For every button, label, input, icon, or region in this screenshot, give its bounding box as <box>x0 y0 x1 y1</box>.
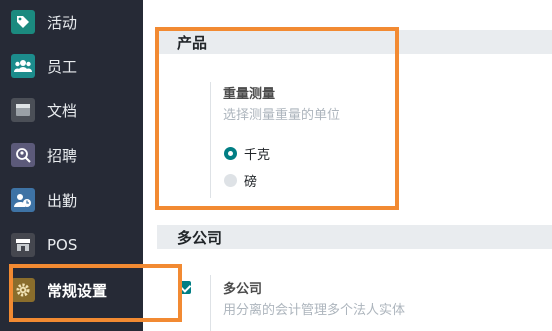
highlight-box-product <box>155 27 399 210</box>
highlight-box-general-settings <box>9 264 182 322</box>
tag-icon <box>11 10 35 34</box>
sidebar-item-label: 活动 <box>47 13 78 32</box>
store-icon <box>11 233 35 257</box>
search-person-icon <box>11 143 35 167</box>
people-icon <box>11 54 35 78</box>
sidebar-item-pos[interactable]: POS <box>0 223 143 267</box>
sidebar-item-events[interactable]: 活动 <box>0 0 143 44</box>
sidebar-item-label: POS <box>47 236 78 254</box>
sidebar-item-recruitment[interactable]: 招聘 <box>0 133 143 177</box>
sidebar-item-documents[interactable]: 文档 <box>0 88 143 132</box>
sidebar-item-attendance[interactable]: 出勤 <box>0 178 143 222</box>
setting-divider <box>210 275 211 331</box>
setting-desc-multi-company: 用分离的会计管理多个法人实体 <box>223 303 406 318</box>
sidebar-item-label: 文档 <box>47 101 78 120</box>
sidebar-item-label: 员工 <box>47 57 78 76</box>
sidebar-item-employees[interactable]: 员工 <box>0 44 143 88</box>
document-icon <box>11 98 35 122</box>
clock-person-icon <box>11 188 35 212</box>
section-title-multi-company: 多公司 <box>177 229 223 247</box>
sidebar-item-label: 招聘 <box>47 146 78 165</box>
setting-title-multi-company: 多公司 <box>223 282 263 297</box>
sidebar-item-label: 出勤 <box>47 191 78 210</box>
